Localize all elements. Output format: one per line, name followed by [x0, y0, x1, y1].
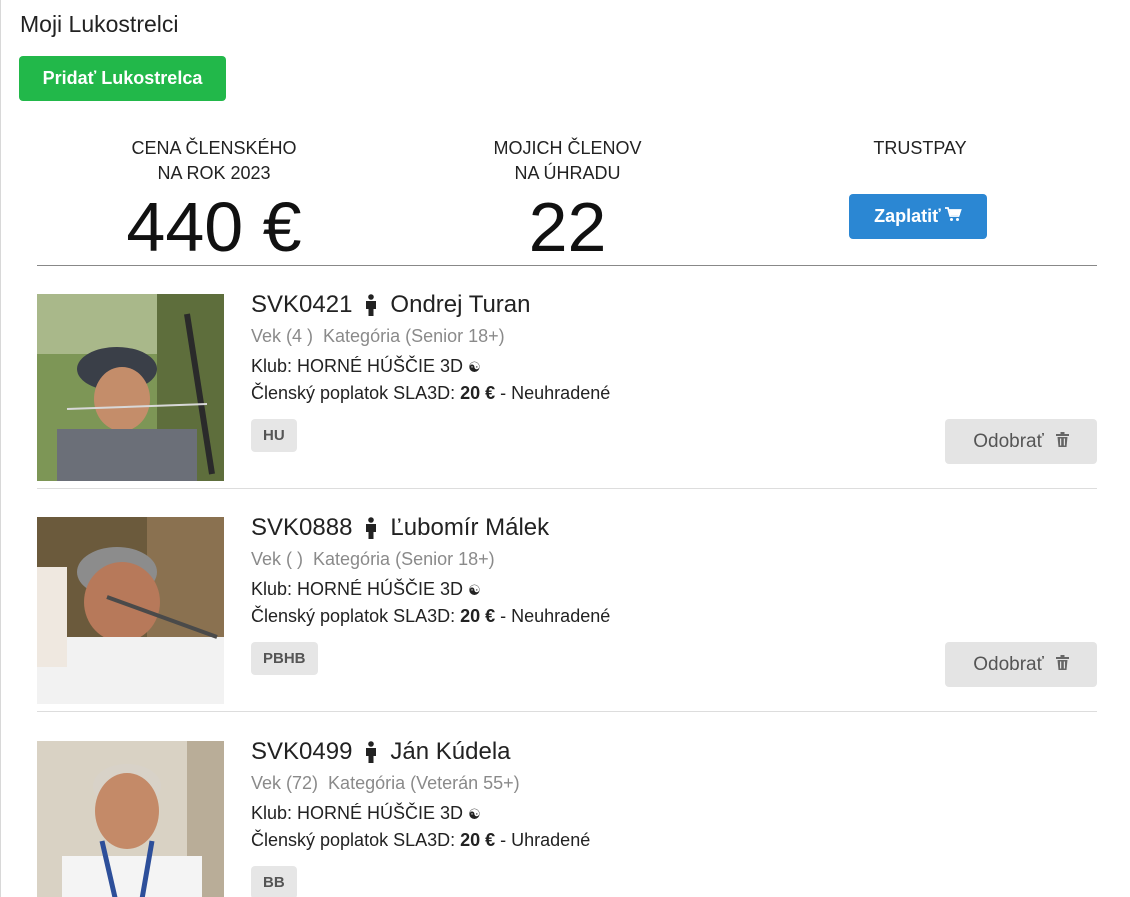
archer-fee: Členský poplatok SLA3D: 20 € - Neuhraden… — [251, 603, 851, 629]
archer-club: Klub: HORNÉ HÚŠČIE 3D ☯ — [251, 576, 851, 603]
page-title: Moji Lukostrelci — [20, 11, 179, 37]
archer-meta: Vek (72) Kategória (Veterán 55+) — [251, 770, 851, 796]
fee-amount: 20 € — [460, 830, 496, 850]
fee-status: - Neuhradené — [495, 383, 611, 403]
archer-club-text: Klub: HORNÉ HÚŠČIE 3D — [251, 803, 464, 823]
fee-amount: 20 € — [460, 383, 496, 403]
archer-badge[interactable]: HU — [251, 419, 297, 452]
archer-divider — [37, 711, 1097, 712]
archer-badge[interactable]: BB — [251, 866, 297, 897]
price-label-line-2: NA ROK 2023 — [157, 163, 271, 183]
add-archer-button[interactable]: Pridať Lukostrelca — [19, 56, 226, 101]
archer-name: Ondrej Turan — [390, 291, 531, 318]
trash-icon — [1055, 654, 1069, 676]
archer-id: SVK0421 — [251, 291, 353, 318]
members-to-pay-stat: MOJICH ČLENOV NA ÚHRADU 22 — [460, 136, 675, 262]
fee-amount: 20 € — [460, 606, 496, 626]
pay-button[interactable]: Zaplatiť — [849, 194, 987, 239]
archer-photo — [37, 517, 224, 704]
fee-prefix: Členský poplatok SLA3D: — [251, 383, 461, 403]
archer-card: SVK0888 Ľubomír Málek Vek ( ) Kategória (… — [37, 489, 1097, 712]
remove-archer-button[interactable]: Odobrať — [945, 419, 1097, 464]
archer-club: Klub: HORNÉ HÚŠČIE 3D ☯ — [251, 800, 851, 827]
archer-category: Kategória (Senior 18+) — [313, 549, 495, 569]
members-label-line-2: NA ÚHRADU — [514, 163, 621, 183]
left-border — [0, 0, 1, 897]
archer-club-text: Klub: HORNÉ HÚŠČIE 3D — [251, 356, 464, 376]
archer-club-text: Klub: HORNÉ HÚŠČIE 3D — [251, 579, 464, 599]
archer-meta: Vek ( ) Kategória (Senior 18+) — [251, 546, 851, 572]
archer-card: SVK0421 Ondrej Turan Vek (4 ) Kategória (… — [37, 266, 1097, 489]
person-icon — [364, 517, 378, 539]
price-value: 440 € — [126, 188, 302, 266]
archer-category: Kategória (Veterán 55+) — [328, 773, 520, 793]
fee-status: - Uhradené — [495, 830, 591, 850]
fee-prefix: Členský poplatok SLA3D: — [251, 830, 461, 850]
archer-photo — [37, 741, 224, 897]
trustpay-label: TRUSTPAY — [873, 138, 967, 158]
membership-price-stat: CENA ČLENSKÉHO NA ROK 2023 440 € — [100, 136, 328, 262]
archer-heading: SVK0888 Ľubomír Málek — [251, 513, 851, 543]
archer-fee: Členský poplatok SLA3D: 20 € - Neuhraden… — [251, 380, 851, 406]
archer-age: Vek (4 ) — [251, 326, 314, 346]
trustpay-section: TRUSTPAY — [820, 136, 1020, 161]
archer-info: SVK0888 Ľubomír Málek Vek ( ) Kategória (… — [251, 513, 851, 629]
remove-archer-button[interactable]: Odobrať — [945, 642, 1097, 687]
members-value: 22 — [528, 188, 607, 266]
archer-photo — [37, 294, 224, 481]
archer-heading: SVK0421 Ondrej Turan — [251, 290, 851, 320]
cart-icon — [944, 206, 962, 227]
archer-info: SVK0421 Ondrej Turan Vek (4 ) Kategória (… — [251, 290, 851, 406]
archer-heading: SVK0499 Ján Kúdela — [251, 737, 851, 767]
yin-yang-icon: ☯ — [468, 359, 481, 375]
yin-yang-icon: ☯ — [468, 806, 481, 822]
fee-status: - Neuhradené — [495, 606, 611, 626]
person-icon — [364, 741, 378, 763]
members-label-line-1: MOJICH ČLENOV — [493, 138, 642, 158]
archer-fee: Členský poplatok SLA3D: 20 € - Uhradené — [251, 827, 851, 853]
archer-info: SVK0499 Ján Kúdela Vek (72) Kategória (Ve… — [251, 737, 851, 853]
archer-name: Ján Kúdela — [390, 738, 511, 765]
trash-icon — [1055, 431, 1069, 453]
archer-category: Kategória (Senior 18+) — [323, 326, 505, 346]
archer-id: SVK0499 — [251, 738, 353, 765]
archer-name: Ľubomír Málek — [390, 514, 550, 541]
person-icon — [364, 294, 378, 316]
remove-button-label: Odobrať — [973, 653, 1044, 675]
archer-age: Vek ( ) — [251, 549, 304, 569]
yin-yang-icon: ☯ — [468, 582, 481, 598]
archer-meta: Vek (4 ) Kategória (Senior 18+) — [251, 323, 851, 349]
archer-id: SVK0888 — [251, 514, 353, 541]
remove-button-label: Odobrať — [973, 430, 1044, 452]
archer-card: SVK0499 Ján Kúdela Vek (72) Kategória (Ve… — [37, 713, 1097, 897]
archer-club: Klub: HORNÉ HÚŠČIE 3D ☯ — [251, 353, 851, 380]
pay-button-label: Zaplatiť — [874, 206, 941, 226]
price-label-line-1: CENA ČLENSKÉHO — [131, 138, 297, 158]
archer-age: Vek (72) — [251, 773, 319, 793]
fee-prefix: Členský poplatok SLA3D: — [251, 606, 461, 626]
archer-badge[interactable]: PBHB — [251, 642, 318, 675]
